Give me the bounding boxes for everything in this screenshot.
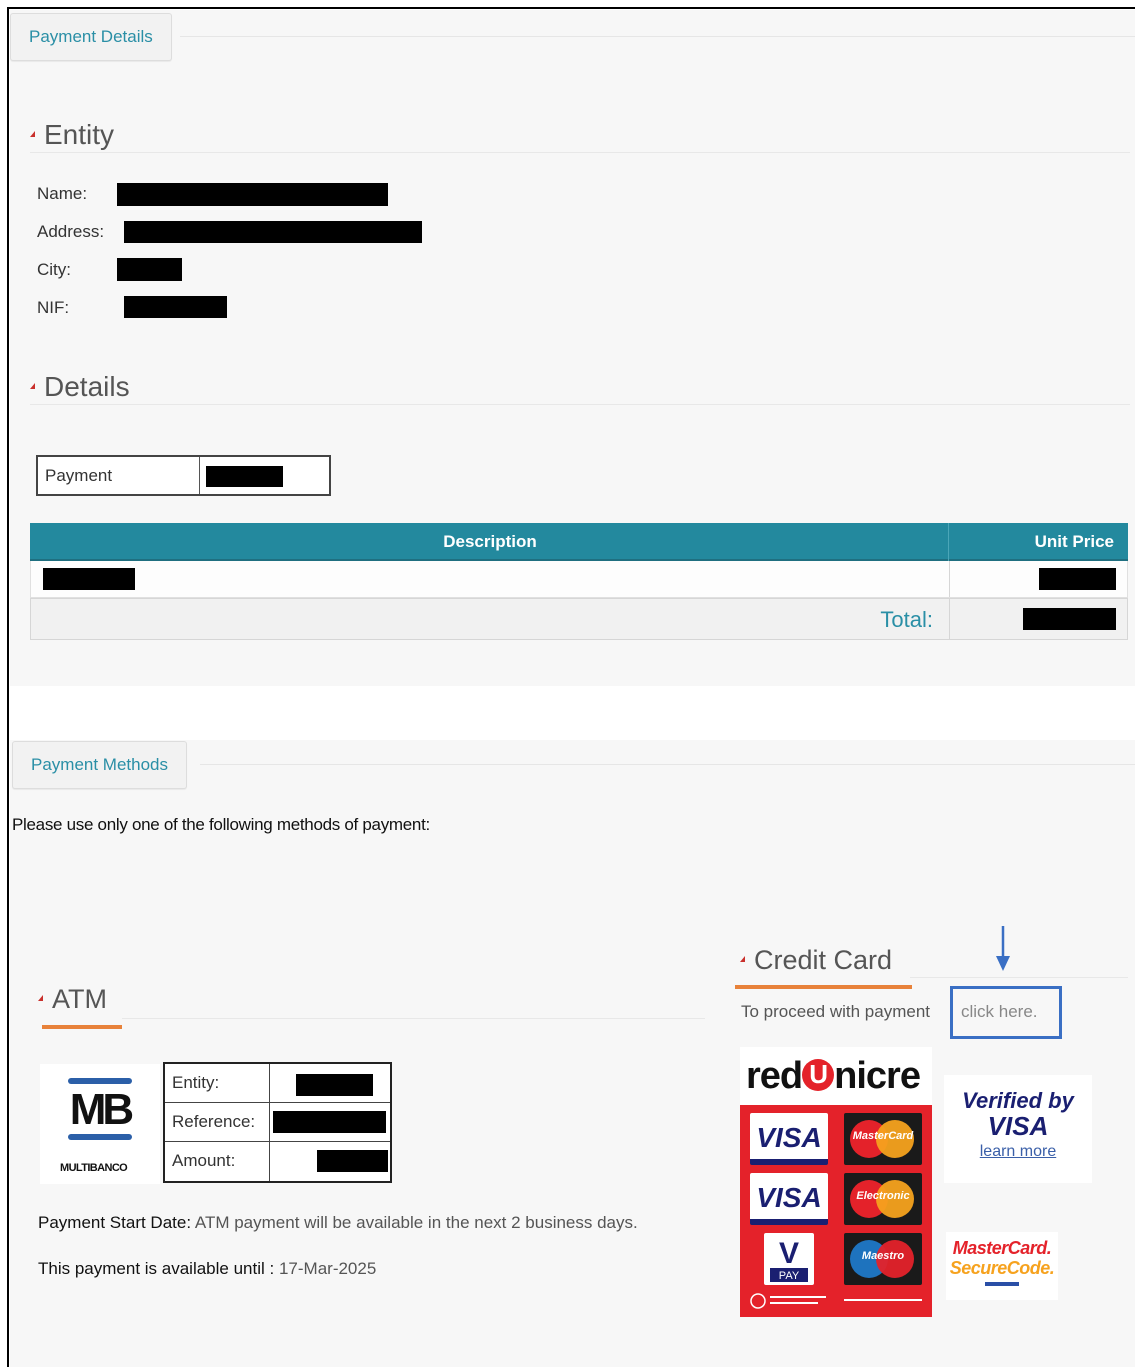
multibanco-icon: MB (68, 1078, 136, 1140)
redacted-atm-amount (317, 1150, 388, 1172)
redacted-city-value (117, 258, 182, 281)
card-brands-grid: VISA MasterCard VISA Electronic V PAY Mae… (740, 1105, 932, 1317)
redacted-unit-price (1039, 568, 1116, 590)
multibanco-logo: MB MULTIBANCO (40, 1064, 160, 1184)
visa-electron-icon: VISA (750, 1173, 828, 1225)
details-title-text: Details (44, 371, 130, 402)
redacted-atm-reference (273, 1111, 386, 1133)
details-section-title: Details (30, 371, 130, 403)
section-rule (910, 977, 1128, 978)
visa-icon: VISA (750, 1113, 828, 1165)
down-arrow-icon (996, 926, 1010, 971)
entity-title-text: Entity (44, 119, 115, 150)
vpay-icon: V PAY (764, 1233, 814, 1285)
learn-more-link[interactable]: learn more (944, 1143, 1092, 1161)
caret-icon (740, 955, 745, 962)
atm-title-text: ATM (52, 984, 107, 1014)
atm-reference-label: Reference: (172, 1112, 256, 1131)
mc-secure-line1: MasterCard. (952, 1238, 1052, 1258)
atm-accent-bar (42, 1025, 122, 1029)
section-rule (122, 1018, 705, 1019)
column-separator (949, 561, 950, 597)
phone-icon (740, 1291, 932, 1313)
payment-available-until: This payment is available until : 17-Mar… (38, 1259, 376, 1279)
redacted-name-value (117, 183, 388, 206)
credit-card-title-text: Credit Card (754, 945, 893, 975)
click-here-link[interactable]: click here. (961, 1002, 1038, 1022)
atm-row-amount: Amount: (165, 1142, 390, 1181)
section-rule (30, 404, 1130, 405)
atm-reference-table: Entity: Reference: Amount: (163, 1062, 392, 1183)
credit-card-accent-bar (735, 985, 912, 989)
atm-entity-label: Entity: (172, 1073, 220, 1092)
redunicre-card-logos: red Unicre VISA MasterCard VISA Electroni… (740, 1047, 932, 1317)
tab-payment-methods[interactable]: Payment Methods (12, 741, 188, 789)
payment-label: Payment (38, 457, 200, 494)
mastercard-securecode-logo: MasterCard. SecureCode. (946, 1232, 1058, 1300)
tab-divider (200, 764, 1135, 765)
entity-name-label: Name: (37, 184, 88, 203)
redacted-payment-value (206, 466, 283, 487)
redacted-nif-value (124, 296, 227, 318)
atm-amount-label: Amount: (172, 1151, 236, 1170)
verified-by-text: Verified by (962, 1088, 1074, 1113)
total-label: Total: (880, 607, 933, 632)
svg-text:V: V (779, 1237, 799, 1270)
start-date-text: ATM payment will be available in the nex… (194, 1213, 638, 1232)
column-separator (949, 599, 950, 639)
atm-section-title: ATM (38, 984, 107, 1015)
atm-row-entity: Entity: (165, 1064, 390, 1103)
section-rule (30, 152, 1130, 153)
redacted-total (1023, 608, 1116, 630)
payment-methods-instruction: Please use only one of the following met… (12, 815, 430, 834)
entity-address-label: Address: (37, 222, 105, 241)
start-date-label: Payment Start Date: (38, 1213, 192, 1232)
payment-value-cell (200, 457, 329, 494)
redacted-address-value (124, 221, 422, 243)
entity-city-label: City: (37, 260, 71, 279)
tab-payment-details[interactable]: Payment Details (10, 13, 172, 61)
credit-card-section-title: Credit Card (740, 945, 892, 976)
entity-section-title: Entity (30, 119, 114, 151)
multibanco-text: MULTIBANCO (60, 1162, 128, 1174)
verified-visa-text: VISA (987, 1111, 1049, 1141)
redunicre-logo: red Unicre (746, 1055, 921, 1097)
verified-by-visa-logo[interactable]: Verified by VISA learn more (944, 1075, 1092, 1183)
mastercard-icon: MasterCard (844, 1113, 922, 1165)
payment-start-date: Payment Start Date: ATM payment will be … (38, 1213, 638, 1233)
redunicre-u-icon: U (802, 1058, 835, 1091)
total-row: Total: (30, 598, 1128, 640)
col-unit-price: Unit Price (1034, 532, 1114, 551)
table-header: Description Unit Price (30, 523, 1128, 561)
maestro-icon: Maestro (844, 1233, 922, 1285)
securecode-learn-more-link[interactable] (985, 1282, 1019, 1286)
col-description: Description (443, 532, 537, 551)
details-table: Description Unit Price Total: (30, 523, 1128, 640)
tab-divider (180, 36, 1135, 37)
mastercard-electronic-icon: Electronic (844, 1173, 922, 1225)
table-row (30, 561, 1128, 598)
caret-icon (38, 994, 43, 1001)
proceed-with-payment-text: To proceed with payment (741, 1002, 930, 1021)
header-separator (948, 523, 949, 561)
payment-box: Payment (36, 455, 331, 496)
available-until-date: 17-Mar-2025 (278, 1259, 377, 1278)
atm-row-reference: Reference: (165, 1103, 390, 1142)
redacted-atm-entity (296, 1074, 373, 1096)
redacted-description (43, 568, 135, 590)
entity-nif-label: NIF: (37, 298, 70, 317)
mc-secure-line2: SecureCode. (949, 1258, 1055, 1278)
available-until-label: This payment is available until : (38, 1259, 275, 1278)
mb-logo-text: MB (70, 1085, 133, 1134)
svg-text:PAY: PAY (779, 1270, 800, 1282)
caret-icon (30, 130, 35, 137)
caret-icon (30, 382, 35, 389)
